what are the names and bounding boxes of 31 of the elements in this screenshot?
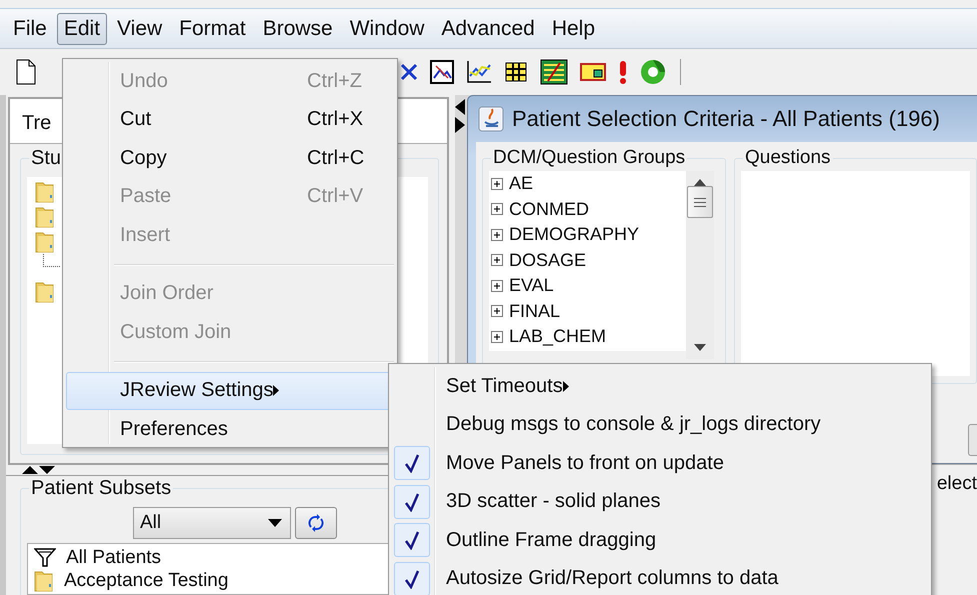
tree-tab[interactable]: Tre: [10, 106, 60, 143]
panel-label: elect: [936, 473, 977, 496]
menu-item[interactable]: View: [110, 12, 170, 44]
menu-item[interactable]: Outline Frame dragging: [392, 521, 928, 560]
menu-item[interactable]: Debug msgs to console & jr_logs directory: [392, 406, 928, 444]
tree-node[interactable]: EVAL: [509, 275, 554, 296]
menu-item[interactable]: Set Timeouts: [392, 367, 928, 406]
menu-item[interactable]: File: [6, 12, 54, 44]
menu-item[interactable]: Format: [172, 12, 253, 44]
window-title: Patient Selection Criteria - All Patients (196): [512, 106, 940, 132]
subset-item[interactable]: All Patients: [66, 546, 162, 568]
tree-node[interactable]: DEMOGRAPHY: [509, 224, 640, 246]
menu-item[interactable]: Help: [544, 12, 602, 44]
tree-node[interactable]: LAB_CHEM: [509, 326, 606, 348]
menu-item[interactable]: Window: [342, 12, 432, 44]
tree-node[interactable]: FINAL: [509, 300, 560, 322]
menu-item[interactable]: Edit: [56, 12, 108, 44]
tree-node[interactable]: CONMED: [509, 198, 589, 220]
subset-dropdown[interactable]: All: [133, 507, 291, 539]
menu-item[interactable]: Browse: [256, 12, 340, 44]
menu-item[interactable]: Autosize Grid/Report columns to data: [392, 560, 928, 595]
menu-item[interactable]: 3D scatter - solid planes: [392, 482, 928, 521]
group-title: Questions: [743, 147, 833, 169]
subset-item[interactable]: Acceptance Testing: [64, 570, 228, 592]
menu-item[interactable]: Advanced: [434, 12, 542, 44]
group-title: DCM/Question Groups: [491, 147, 688, 169]
menu-item[interactable]: Move Panels to front on update: [392, 444, 928, 482]
menu-item[interactable]: Cut Ctrl+X: [66, 100, 394, 139]
menu-item[interactable]: Copy Ctrl+C: [66, 139, 394, 178]
tree-node[interactable]: DOSAGE: [509, 250, 586, 271]
tree-node[interactable]: AE: [509, 173, 534, 194]
